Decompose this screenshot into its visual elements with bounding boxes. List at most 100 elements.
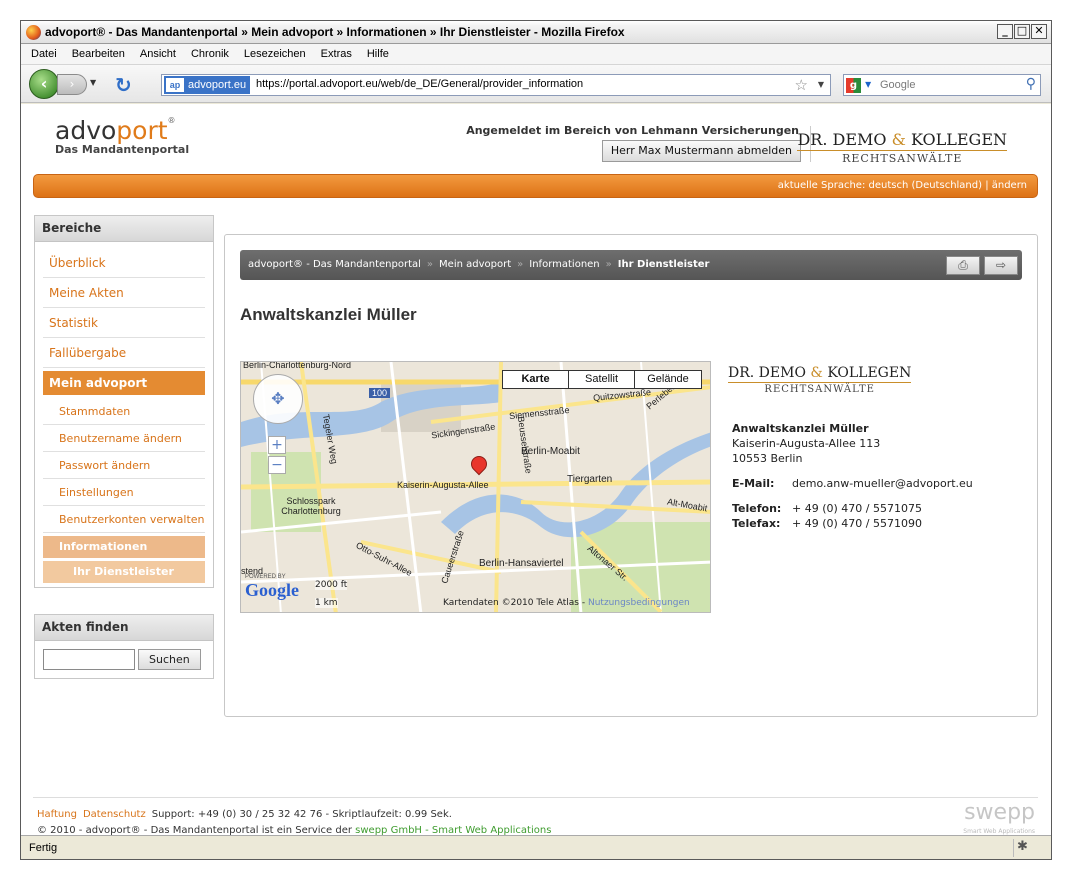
search-input[interactable]: Google	[880, 79, 915, 91]
case-search-box: Akten finden Suchen	[34, 614, 214, 679]
map-label: Berlin-Hansaviertel	[479, 558, 564, 569]
search-icon[interactable]: ⚲	[1026, 76, 1036, 92]
footer-link-datenschutz[interactable]: Datenschutz	[83, 809, 146, 820]
breadcrumb-mein-advoport[interactable]: Mein advoport	[439, 259, 511, 270]
footer-support: Support: +49 (0) 30 / 25 32 42 76 - Skri…	[151, 809, 452, 820]
advoport-logo[interactable]: advoport® Das Mandantenportal	[55, 116, 189, 156]
language-bar: aktuelle Sprache: deutsch (Deutschland) …	[33, 174, 1038, 198]
map-type-satellit[interactable]: Satellit	[569, 371, 635, 388]
email-value[interactable]: demo.anw-mueller@advoport.eu	[792, 476, 973, 491]
logo-subtitle: Das Mandantenportal	[55, 143, 190, 156]
menu-bearbeiten[interactable]: Bearbeiten	[72, 48, 125, 60]
menu-bar: Datei Bearbeiten Ansicht Chronik Lesezei…	[21, 44, 1051, 65]
map-type-gelaende[interactable]: Gelände	[635, 371, 701, 388]
menu-chronik[interactable]: Chronik	[191, 48, 229, 60]
firm-amp: &	[810, 365, 823, 381]
sidebar-sub-informationen[interactable]: Informationen	[43, 536, 205, 558]
google-wordmark: Google	[245, 580, 299, 600]
sidebar-sub-passwort[interactable]: Passwort ändern	[43, 452, 205, 479]
page-title: Anwaltskanzlei Müller	[240, 305, 417, 324]
copyright-text: © 2010 - advoport® - Das Mandantenportal…	[37, 825, 352, 835]
firm-amp: &	[891, 130, 906, 149]
logo-word-b: port	[116, 116, 168, 145]
addon-bug-icon[interactable]: ✱	[1013, 839, 1031, 857]
bookmark-star-icon[interactable]: ☆	[795, 76, 808, 94]
logo-word-a: advo	[55, 116, 117, 145]
forward-button[interactable]: ›	[57, 74, 87, 95]
reload-button[interactable]: ↻	[115, 73, 132, 97]
phone-value: + 49 (0) 470 / 5571075	[792, 502, 922, 515]
breadcrumb-separator: »	[605, 259, 612, 270]
url-bar[interactable]: ap advoport.eu https://portal.advoport.e…	[161, 74, 831, 96]
window-controls: _ □ ✕	[997, 24, 1047, 39]
breadcrumb-informationen[interactable]: Informationen	[529, 259, 599, 270]
navigation-toolbar: ‹ › ▼ ↻ ap advoport.eu https://portal.ad…	[21, 65, 1051, 103]
site-identity-button[interactable]: ap advoport.eu	[164, 76, 251, 94]
url-text[interactable]: https://portal.advoport.eu/web/de_DE/Gen…	[256, 78, 583, 90]
firm-subtitle: RECHTSANWÄLTE	[842, 152, 963, 165]
sidebar-sub-einstellungen[interactable]: Einstellungen	[43, 479, 205, 506]
breadcrumb-separator: »	[517, 259, 524, 270]
language-switch-link[interactable]: aktuelle Sprache: deutsch (Deutschland) …	[778, 180, 1027, 191]
google-logo[interactable]: POWERED BY Google	[245, 574, 299, 601]
provider-link[interactable]: swepp GmbH - Smart Web Applications	[355, 825, 551, 835]
firm-subtitle: RECHTSANWÄLTE	[764, 384, 875, 395]
sidebar-sub-benutzername[interactable]: Benutzername ändern	[43, 425, 205, 452]
sidebar-nav: Überblick Meine Akten Statistik Fallüber…	[35, 242, 213, 587]
footer-link-haftung[interactable]: Haftung	[37, 809, 77, 820]
sidebar-item-falluebergabe[interactable]: Fallübergabe	[43, 338, 205, 368]
footer-copyright: © 2010 - advoport® - Das Mandantenportal…	[37, 825, 551, 835]
firm-rule	[797, 150, 1007, 151]
google-map[interactable]: Berlin-Charlottenburg-Nord Sickingenstra…	[240, 361, 711, 613]
menu-datei[interactable]: Datei	[31, 48, 57, 60]
phone-label: Telefon:	[732, 502, 782, 515]
sidebar-sub-benutzerkonten[interactable]: Benutzerkonten verwalten	[43, 506, 205, 533]
url-dropdown-icon[interactable]: ▼	[818, 80, 824, 89]
firm-logo-small: DR. DEMO & KOLLEGEN RECHTSANWÄLTE	[728, 365, 912, 395]
logout-button[interactable]: Herr Max Mustermann abmelden	[601, 140, 801, 162]
map-scale-ft: 2000 ft	[315, 580, 348, 590]
map-pan-control-icon[interactable]: ✥	[253, 374, 303, 424]
firm-logo: DR. DEMO & KOLLEGEN RECHTSANWÄLTE	[797, 130, 1007, 165]
contact-phone-row: Telefon: + 49 (0) 470 / 5571075	[732, 501, 973, 516]
menu-hilfe[interactable]: Hilfe	[367, 48, 389, 60]
history-dropdown-icon[interactable]: ▼	[90, 78, 96, 87]
zoom-in-button[interactable]: +	[268, 436, 286, 454]
export-icon[interactable]: ⇨	[984, 256, 1018, 275]
map-attribution: Kartendaten ©2010 Tele Atlas - Nutzungsb…	[443, 598, 690, 608]
map-type-karte[interactable]: Karte	[503, 371, 569, 388]
minimize-button[interactable]: _	[997, 24, 1013, 39]
sidebar-heading: Bereiche	[35, 216, 213, 242]
menu-ansicht[interactable]: Ansicht	[140, 48, 176, 60]
swepp-logo[interactable]: swepp	[964, 800, 1035, 825]
terms-link[interactable]: Nutzungsbedingungen	[588, 598, 690, 608]
fax-label: Telefax:	[732, 517, 781, 530]
maximize-button[interactable]: □	[1014, 24, 1030, 39]
status-text: Fertig	[29, 842, 58, 854]
sidebar-sub-stammdaten[interactable]: Stammdaten	[43, 398, 205, 425]
menu-lesezeichen[interactable]: Lesezeichen	[244, 48, 306, 60]
sidebar-areas: Bereiche Überblick Meine Akten Statistik…	[34, 215, 214, 588]
map-label: Kaiserin-Augusta-Allee	[397, 480, 489, 490]
zoom-out-button[interactable]: −	[268, 456, 286, 474]
contact-city: 10553 Berlin	[732, 452, 803, 465]
case-search-input[interactable]	[43, 649, 135, 670]
back-button[interactable]: ‹	[29, 69, 59, 99]
menu-extras[interactable]: Extras	[321, 48, 352, 60]
sidebar-item-mein-advoport[interactable]: Mein advoport	[43, 371, 205, 395]
map-scale-km: 1 km	[315, 598, 338, 608]
contact-details: Anwaltskanzlei Müller Kaiserin-Augusta-A…	[732, 421, 973, 531]
title-bar: advoport® - Das Mandantenportal » Mein a…	[21, 21, 1051, 44]
sidebar-sub-dienstleister[interactable]: Ihr Dienstleister	[43, 561, 205, 583]
sidebar-item-ueberblick[interactable]: Überblick	[43, 248, 205, 278]
search-engine-icon[interactable]: g ▾	[846, 77, 876, 93]
sidebar-item-statistik[interactable]: Statistik	[43, 308, 205, 338]
print-icon[interactable]: ⎙	[946, 256, 980, 275]
breadcrumb-home[interactable]: advoport® - Das Mandantenportal	[248, 259, 421, 270]
footer-divider	[33, 797, 1038, 798]
close-button[interactable]: ✕	[1031, 24, 1047, 39]
search-bar[interactable]: g ▾ Google ⚲	[843, 74, 1041, 96]
case-search-button[interactable]: Suchen	[138, 649, 201, 670]
sidebar-item-meine-akten[interactable]: Meine Akten	[43, 278, 205, 308]
window-title: advoport® - Das Mandantenportal » Mein a…	[45, 25, 625, 39]
